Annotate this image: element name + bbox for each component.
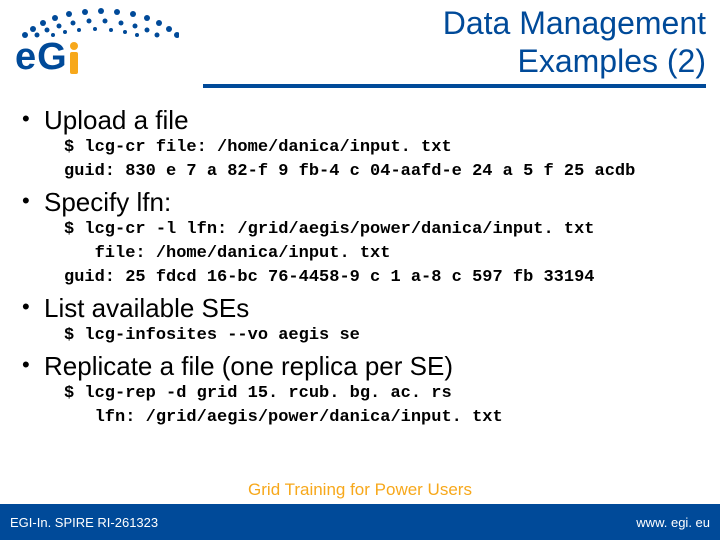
egi-logo: e G [5, 5, 185, 85]
slide-footer: EGI-In. SPIRE RI-261323 www. egi. eu [0, 504, 720, 540]
bullet-heading: Specify lfn: [44, 186, 714, 218]
bullet-list: Upload a file $ lcg-cr file: /home/danic… [6, 104, 714, 428]
code-line: $ lcg-cr -l lfn: /grid/aegis/power/danic… [64, 220, 714, 240]
logo-letter-e: e [15, 36, 37, 79]
logo-letter-g: G [37, 36, 68, 79]
logo-letter-i-icon [70, 42, 78, 74]
title-line-2: Examples (2) [443, 42, 706, 80]
bullet-item: Specify lfn: $ lcg-cr -l lfn: /grid/aegi… [6, 186, 714, 288]
code-line: file: /home/danica/input. txt [64, 244, 714, 264]
logo-arcs-icon [19, 5, 179, 39]
footer-left: EGI-In. SPIRE RI-261323 [10, 515, 158, 530]
slide-body: Upload a file $ lcg-cr file: /home/danic… [0, 104, 720, 432]
slide-header: e G Data Management Examples (2) [0, 0, 720, 100]
code-line: guid: 25 fdcd 16-bc 76-4458-9 c 1 a-8 c … [64, 268, 714, 288]
logo-text: e G [15, 36, 78, 79]
slide: e G Data Management Examples (2) Upload … [0, 0, 720, 540]
bullet-item: Replicate a file (one replica per SE) $ … [6, 350, 714, 428]
title-underline [203, 84, 706, 88]
footer-right: www. egi. eu [636, 515, 710, 530]
bullet-heading: Upload a file [44, 104, 714, 136]
footer-center: Grid Training for Power Users [0, 480, 720, 500]
bullet-heading: List available SEs [44, 292, 714, 324]
footer-center-text: Grid Training for Power Users [248, 480, 472, 499]
code-line: $ lcg-rep -d grid 15. rcub. bg. ac. rs [64, 384, 714, 404]
code-line: $ lcg-infosites --vo aegis se [64, 326, 714, 346]
code-line: $ lcg-cr file: /home/danica/input. txt [64, 138, 714, 158]
slide-title: Data Management Examples (2) [443, 4, 706, 80]
bullet-heading: Replicate a file (one replica per SE) [44, 350, 714, 382]
code-line: guid: 830 e 7 a 82-f 9 fb-4 c 04-aafd-e … [64, 162, 714, 182]
code-line: lfn: /grid/aegis/power/danica/input. txt [64, 408, 714, 428]
bullet-item: List available SEs $ lcg-infosites --vo … [6, 292, 714, 346]
title-line-1: Data Management [443, 4, 706, 42]
bullet-item: Upload a file $ lcg-cr file: /home/danic… [6, 104, 714, 182]
